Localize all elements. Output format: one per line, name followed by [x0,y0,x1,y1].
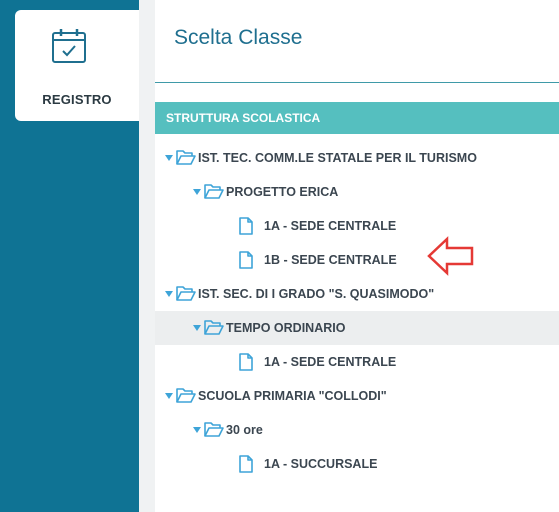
folder-open-icon [176,150,196,165]
tree-node-class[interactable]: 1B - SEDE CENTRALE [155,243,559,277]
caret-down-icon[interactable] [193,427,201,433]
calendar-check-icon [52,29,86,63]
folder-open-icon [204,184,224,199]
folder-open-icon [204,422,224,437]
sidebar-tab-registro[interactable]: REGISTRO [15,10,139,121]
gutter [139,0,155,512]
tree-node-course[interactable]: TEMPO ORDINARIO [155,311,559,345]
tree-node-class[interactable]: 1A - SUCCURSALE [155,447,559,481]
sidebar-tab-label: REGISTRO [42,92,112,107]
tree-node-label: 30 ore [226,423,263,437]
file-icon [239,251,253,269]
title-divider [155,82,559,83]
tree-node-label: 1A - SUCCURSALE [264,457,378,471]
tree-node-label: 1A - SEDE CENTRALE [264,355,397,369]
tree-node-label: TEMPO ORDINARIO [226,321,346,335]
tree-node-school[interactable]: IST. SEC. DI I GRADO "S. QUASIMODO" [155,277,559,311]
sidebar: REGISTRO [0,0,139,512]
tree-node-label: 1A - SEDE CENTRALE [264,219,397,233]
tree-node-label: IST. TEC. COMM.LE STATALE PER IL TURISMO [198,151,477,165]
caret-down-icon[interactable] [193,189,201,195]
tree-node-course[interactable]: 30 ore [155,413,559,447]
tree-node-label: PROGETTO ERICA [226,185,339,199]
tree-node-school[interactable]: IST. TEC. COMM.LE STATALE PER IL TURISMO [155,141,559,175]
tree-node-label: 1B - SEDE CENTRALE [264,253,397,267]
caret-down-icon[interactable] [193,325,201,331]
page-title: Scelta Classe [174,26,303,49]
caret-down-icon[interactable] [165,393,173,399]
main-panel: Scelta Classe STRUTTURA SCOLASTICA IST. … [155,0,559,512]
file-icon [239,455,253,473]
folder-open-icon [204,320,224,335]
annotation-arrow-icon [427,236,474,276]
tree-node-class[interactable]: 1A - SEDE CENTRALE [155,345,559,379]
tree-node-label: SCUOLA PRIMARIA "COLLODI" [198,389,387,403]
tree-node-school[interactable]: SCUOLA PRIMARIA "COLLODI" [155,379,559,413]
tree-header: STRUTTURA SCOLASTICA [155,102,559,134]
tree-node-label: IST. SEC. DI I GRADO "S. QUASIMODO" [198,287,435,301]
folder-open-icon [176,388,196,403]
caret-down-icon[interactable] [165,155,173,161]
tree-node-class[interactable]: 1A - SEDE CENTRALE [155,209,559,243]
tree-node-course[interactable]: PROGETTO ERICA [155,175,559,209]
caret-down-icon[interactable] [165,291,173,297]
file-icon [239,217,253,235]
folder-open-icon [176,286,196,301]
file-icon [239,353,253,371]
